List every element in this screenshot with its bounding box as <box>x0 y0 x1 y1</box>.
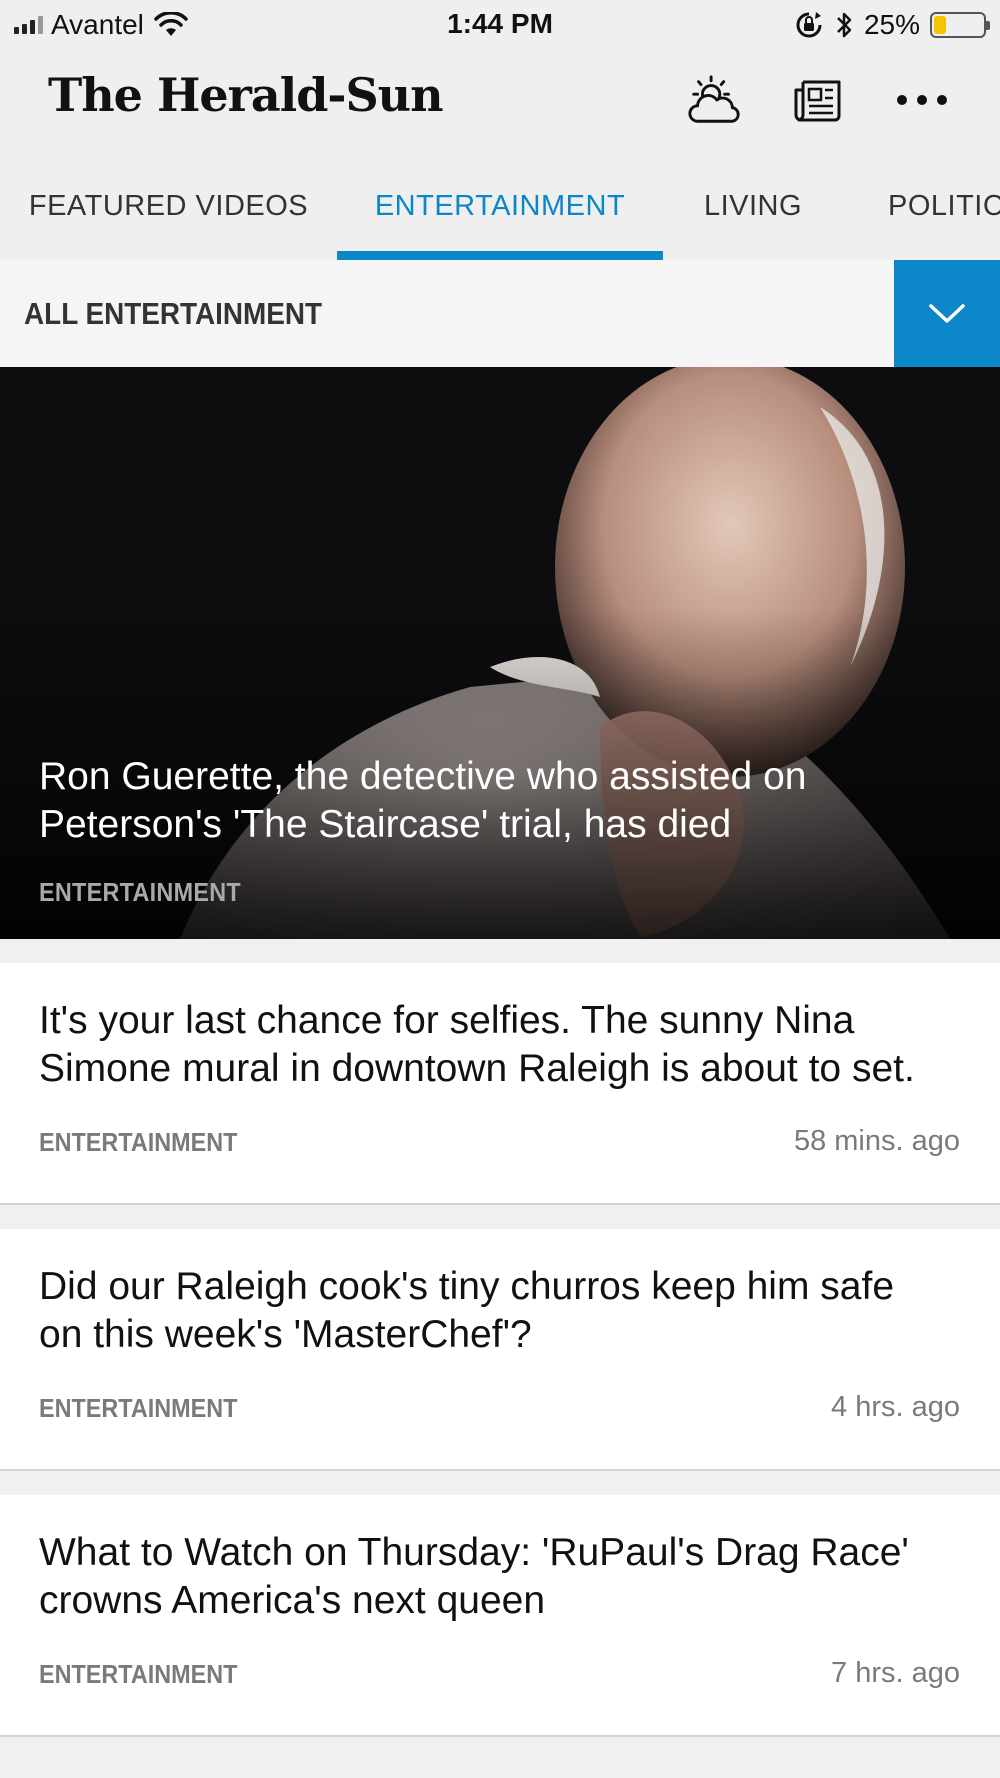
hero-category: ENTERTAINMENT <box>39 877 241 907</box>
header-actions <box>686 70 950 130</box>
section-filter-label: ALL ENTERTAINMENT <box>24 296 323 331</box>
article-category: ENTERTAINMENT <box>39 1127 238 1157</box>
article-timestamp: 7 hrs. ago <box>831 1657 960 1689</box>
article-headline[interactable]: It's your last chance for selfies. The s… <box>39 997 940 1093</box>
orientation-lock-icon <box>796 12 822 38</box>
tab-featured-videos[interactable]: FEATURED VIDEOS <box>0 160 337 260</box>
tab-living[interactable]: LIVING <box>663 160 843 260</box>
battery-icon <box>930 12 990 38</box>
more-icon[interactable] <box>894 70 950 130</box>
newspaper-icon[interactable] <box>790 70 846 130</box>
status-right: 25% <box>794 8 990 42</box>
article-headline[interactable]: Did our Raleigh cook's tiny churros keep… <box>39 1263 940 1359</box>
status-bar: Avantel 1:44 PM 25% <box>0 0 1000 50</box>
article-timestamp: 4 hrs. ago <box>831 1391 960 1423</box>
article-timestamp: 58 mins. ago <box>793 1125 960 1157</box>
weather-icon[interactable] <box>686 70 742 130</box>
article-card[interactable]: What to Watch on Thursday: 'RuPaul's Dra… <box>0 1495 1000 1737</box>
section-filter[interactable]: ALL ENTERTAINMENT <box>0 260 1000 367</box>
article-category: ENTERTAINMENT <box>39 1393 238 1423</box>
section-tabs: FEATURED VIDEOS ENTERTAINMENT LIVING POL… <box>0 160 1000 260</box>
chevron-down-icon <box>929 303 965 323</box>
bluetooth-icon <box>837 12 852 38</box>
app-header: The Herald-Sun <box>0 50 1000 160</box>
article-headline[interactable]: What to Watch on Thursday: 'RuPaul's Dra… <box>39 1529 940 1625</box>
hero-headline[interactable]: Ron Guerette, the detective who assisted… <box>39 753 940 849</box>
hero-article[interactable]: Ron Guerette, the detective who assisted… <box>0 367 1000 939</box>
article-card[interactable]: It's your last chance for selfies. The s… <box>0 963 1000 1205</box>
section-filter-toggle[interactable] <box>894 260 1000 367</box>
article-category: ENTERTAINMENT <box>39 1659 238 1689</box>
battery-percent: 25% <box>863 9 920 40</box>
article-card[interactable]: Did our Raleigh cook's tiny churros keep… <box>0 1229 1000 1471</box>
tab-entertainment[interactable]: ENTERTAINMENT <box>337 160 663 260</box>
app-logo: The Herald-Sun <box>48 68 444 122</box>
tab-politics[interactable]: POLITIC <box>870 160 1000 260</box>
